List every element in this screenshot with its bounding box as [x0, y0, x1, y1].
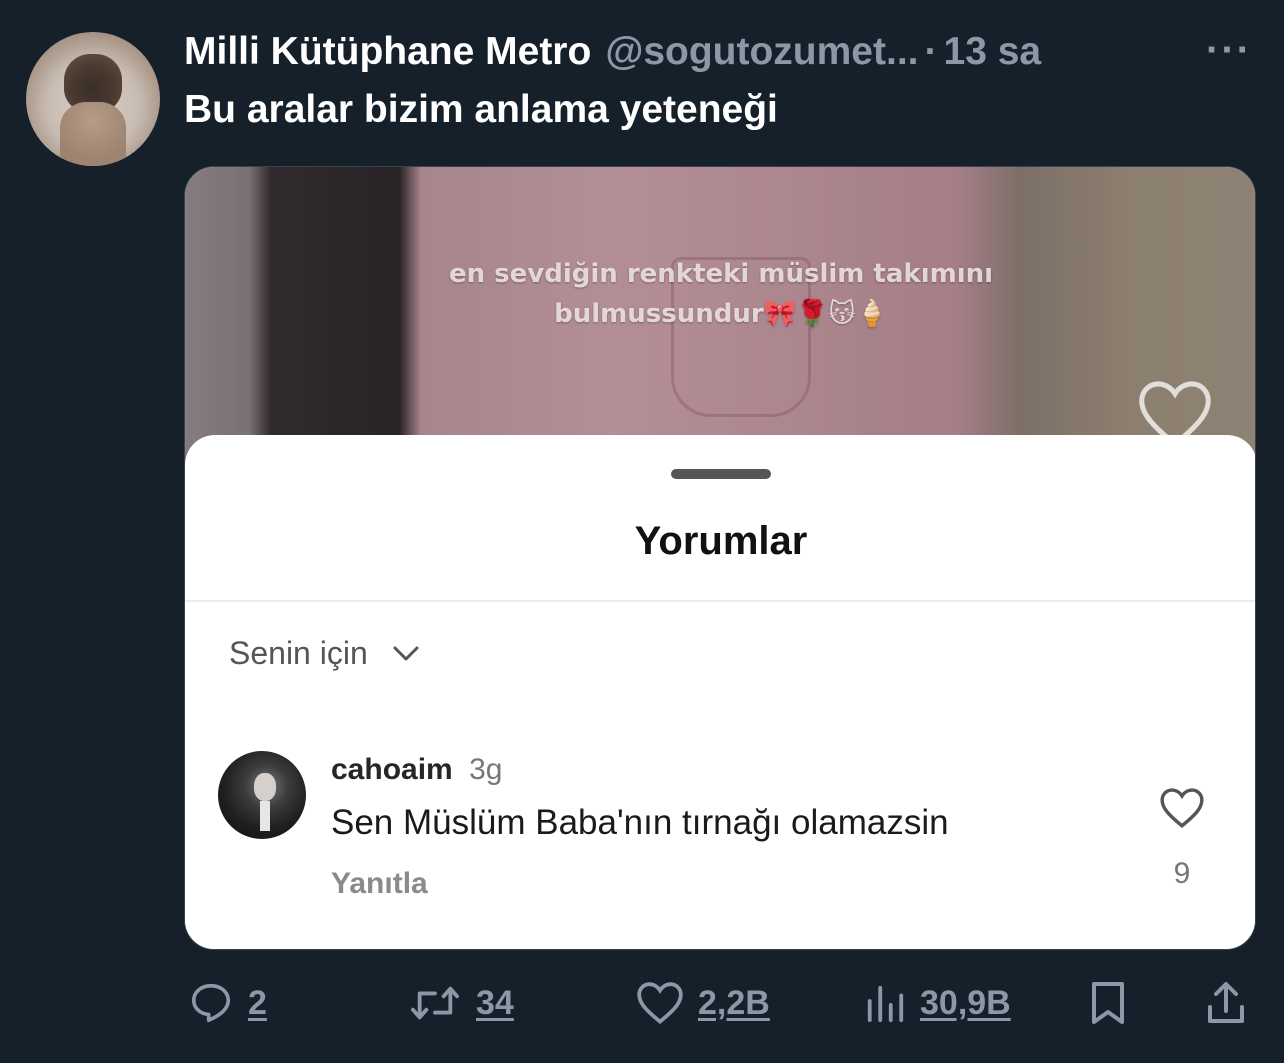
commenter-avatar[interactable]	[218, 751, 306, 839]
sheet-grabber-handle[interactable]	[671, 469, 771, 479]
tweet-timestamp[interactable]: 13 sa	[944, 30, 1042, 74]
comment-like-count: 9	[1173, 857, 1191, 890]
comment-header: cahoaim 3g	[331, 753, 502, 787]
reply-icon	[191, 983, 231, 1023]
views-count: 30,9B	[920, 983, 1011, 1022]
comments-filter-dropdown[interactable]: Senin için	[229, 635, 420, 672]
avatar-shirt	[260, 801, 270, 831]
tweet-action-bar: 2 34 2,2B 30,9B	[0, 972, 1284, 1034]
photo-overlay-text-line1: en sevdiğin renkteki müslim takımını	[448, 259, 994, 289]
chevron-down-icon	[393, 646, 419, 660]
retweet-icon	[411, 986, 459, 1020]
share-icon	[1208, 982, 1244, 1023]
tweet-media-image[interactable]: en sevdiğin renkteki müslim takımını bul…	[184, 166, 1256, 950]
share-action[interactable]	[1204, 972, 1248, 1034]
author-display-name[interactable]: Milli Kütüphane Metro	[184, 30, 591, 74]
views-action[interactable]: 30,9B	[864, 972, 1011, 1034]
like-count: 2,2B	[698, 983, 770, 1022]
avatar-puppy-body	[60, 102, 126, 166]
tweet-header: Milli Kütüphane Metro @sogutozumet... · …	[184, 30, 1041, 74]
reply-count: 2	[248, 983, 267, 1022]
comment-age: 3g	[469, 753, 503, 786]
more-icon[interactable]: ···	[1206, 28, 1252, 72]
bookmark-icon	[1092, 982, 1124, 1024]
commenter-username[interactable]: cahoaim	[331, 753, 453, 786]
retweet-action[interactable]: 34	[408, 972, 514, 1034]
reply-action[interactable]: 2	[188, 972, 267, 1034]
filter-label: Senin için	[229, 635, 368, 671]
retweet-count: 34	[476, 983, 514, 1022]
author-avatar[interactable]	[26, 32, 160, 166]
comment-text: Sen Müslüm Baba'nın tırnağı olamazsin	[331, 803, 949, 842]
like-action[interactable]: 2,2B	[636, 972, 770, 1034]
photo-overlay-text-line2: bulmussundur🎀🌹😽🍦	[554, 299, 888, 329]
avatar-face	[254, 773, 276, 801]
sheet-divider	[185, 600, 1255, 602]
bookmark-action[interactable]	[1088, 972, 1128, 1034]
media-photo-background: en sevdiğin renkteki müslim takımını bul…	[185, 167, 1255, 467]
views-icon	[867, 985, 904, 1023]
author-handle[interactable]: @sogutozumet...	[605, 30, 918, 74]
tweet[interactable]: Milli Kütüphane Metro @sogutozumet... · …	[0, 0, 1284, 1063]
comments-title: Yorumlar	[634, 519, 808, 563]
separator-dot: ·	[924, 30, 938, 73]
tweet-text: Bu aralar bizim anlama yeteneği	[184, 88, 778, 131]
like-icon	[637, 982, 683, 1025]
heart-outline-icon[interactable]	[1159, 787, 1205, 829]
reply-button[interactable]: Yanıtla	[331, 867, 428, 901]
comments-sheet: Yorumlar Senin için cahoaim 3g Sen Müslü…	[185, 435, 1255, 949]
